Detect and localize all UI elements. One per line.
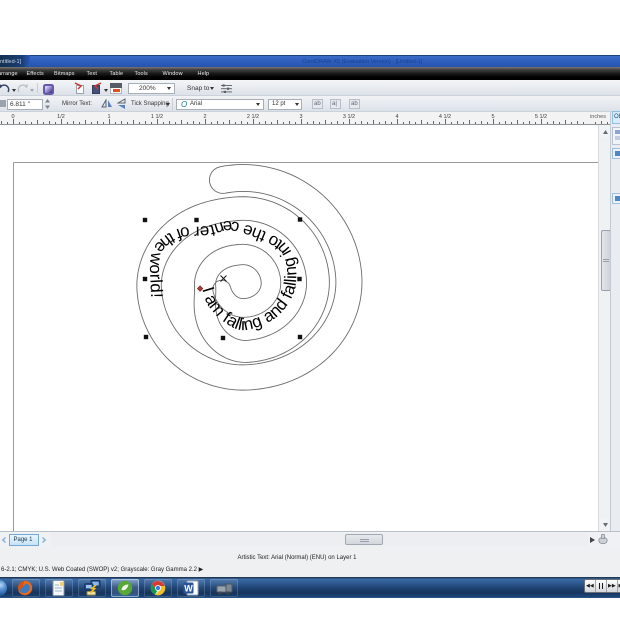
svg-text:W: W (184, 583, 193, 593)
